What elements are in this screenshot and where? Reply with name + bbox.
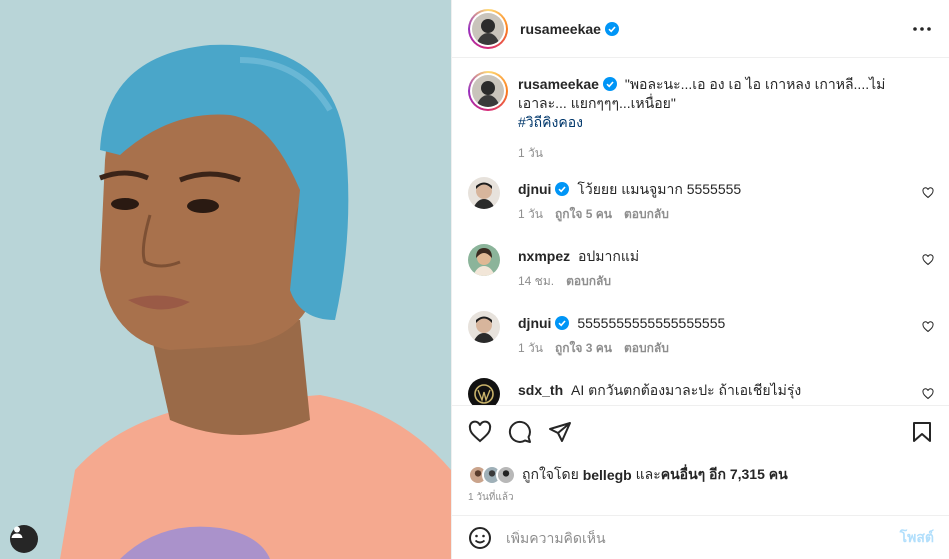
reply-button[interactable]: ตอบกลับ (624, 339, 669, 358)
comment-icon[interactable] (508, 420, 532, 444)
comment-avatar[interactable] (468, 177, 500, 209)
comment-text: โว้ยยย แมนจูมาก 5555555 (577, 181, 742, 197)
author-username[interactable]: rusameekae (520, 21, 601, 37)
user-tag-icon (11, 526, 23, 538)
likes-others[interactable]: คนอื่นๆ อีก 7,315 คน (661, 464, 788, 486)
comment-avatar[interactable] (468, 378, 500, 405)
post-image[interactable] (0, 0, 451, 559)
comment-input[interactable] (506, 529, 900, 546)
comment-item: djnui โว้ยยย แมนจูมาก 5555555 1 วัน ถูกใ… (468, 177, 934, 227)
post-panel: rusameekae rusameekae "พอละนะ...เอ อง เอ… (451, 0, 949, 559)
likers-avatars[interactable] (468, 465, 516, 485)
comments-list[interactable]: rusameekae "พอละนะ...เอ อง เอ ไอ เกาหลง … (452, 59, 949, 405)
comment-username[interactable]: nxmpez (518, 248, 570, 264)
verified-icon (604, 21, 619, 36)
caption-hashtag[interactable]: #วิถีคิงคอง (518, 113, 918, 132)
comment-username[interactable]: djnui (518, 315, 551, 331)
comment-like-icon[interactable] (922, 187, 934, 199)
comment-like-icon[interactable] (922, 388, 934, 400)
comment-avatar[interactable] (468, 311, 500, 343)
comment-username[interactable]: djnui (518, 181, 551, 197)
comment-username[interactable]: sdx_th (518, 382, 563, 398)
comment-time[interactable]: 14 ชม. (518, 272, 554, 291)
heart-icon[interactable] (468, 420, 492, 444)
author-avatar (472, 12, 504, 45)
post-actions: ถูกใจโดย bellegb และ คนอื่นๆ อีก 7,315 คน… (452, 405, 949, 515)
likes-and: และ (635, 466, 661, 482)
caption-avatar (472, 75, 504, 107)
post-time-ago[interactable]: 1 วันที่แล้ว (468, 490, 514, 505)
comment-time[interactable]: 1 วัน (518, 339, 543, 358)
comment-likes[interactable]: ถูกใจ 5 คน (555, 205, 612, 224)
comment-item: nxmpez อปมากแม่ 14 ชม. ตอบกลับ (468, 244, 934, 294)
verified-icon (555, 316, 570, 330)
comment-item: djnui 5555555555555555555 1 วัน ถูกใจ 3 … (468, 311, 934, 361)
reply-button[interactable]: ตอบกลับ (624, 205, 669, 224)
more-options-button[interactable] (910, 18, 934, 40)
more-icon (913, 27, 931, 31)
share-icon[interactable] (548, 420, 572, 444)
caption-time[interactable]: 1 วัน (518, 144, 543, 163)
comment-likes[interactable]: ถูกใจ 3 คน (555, 339, 612, 358)
liker-avatar (496, 465, 516, 485)
likes-user[interactable]: bellegb (583, 467, 632, 483)
reply-button[interactable]: ตอบกลับ (566, 272, 611, 291)
post-modal: rusameekae rusameekae "พอละนะ...เอ อง เอ… (0, 0, 949, 559)
verified-icon (555, 182, 570, 196)
emoji-icon[interactable] (468, 526, 492, 550)
comment-avatar[interactable] (468, 244, 500, 276)
post-comment-button[interactable]: โพสต์ (900, 527, 934, 549)
author-avatar-ring[interactable] (468, 8, 508, 49)
user-tag-button[interactable] (10, 525, 38, 553)
comment-text: 5555555555555555555 (577, 315, 726, 331)
comment-like-icon[interactable] (922, 321, 934, 333)
comment-time[interactable]: 1 วัน (518, 205, 543, 224)
portrait-illustration (0, 0, 451, 559)
likes-prefix: ถูกใจโดย (522, 466, 579, 482)
caption-username[interactable]: rusameekae (518, 76, 599, 92)
verified-icon (602, 77, 617, 91)
likes-summary: ถูกใจโดย bellegb และ คนอื่นๆ อีก 7,315 คน (468, 464, 788, 486)
comment-like-icon[interactable] (922, 254, 934, 266)
caption-avatar-ring[interactable] (468, 71, 508, 111)
comment-text: AI ตกวันตกต้องมาละปะ ถ้าเอเชียไม่รุ่ง (571, 382, 802, 398)
save-icon[interactable] (910, 420, 934, 444)
comment-item: sdx_th AI ตกวันตกต้องมาละปะ ถ้าเอเชียไม่… (468, 378, 934, 405)
add-comment-bar: โพสต์ (452, 515, 949, 559)
post-header: rusameekae (452, 0, 949, 58)
comment-text: อปมากแม่ (578, 248, 640, 264)
